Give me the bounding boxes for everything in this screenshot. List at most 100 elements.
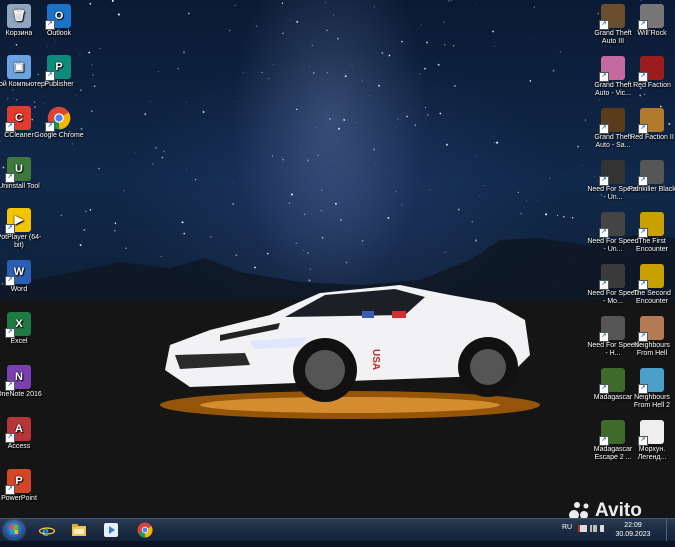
flag-icon[interactable] (578, 525, 587, 532)
desktop-icon-red-faction[interactable]: ↗Red Faction (626, 56, 675, 90)
shortcut-arrow-icon: ↗ (599, 384, 609, 394)
shortcut-arrow-icon: ↗ (5, 433, 15, 443)
publisher-icon: P↗ (47, 55, 71, 79)
desktop-icon-powerpoint[interactable]: P↗ PowerPoint (0, 469, 45, 503)
desktop-icon-neighbours-2[interactable]: ↗Neighbours From Hell 2 (626, 368, 675, 410)
show-desktop-button[interactable] (666, 519, 675, 541)
system-tray (578, 525, 611, 547)
computer-icon: ▣ (7, 55, 31, 79)
taskbar: e RU 22:09 30.09.2023 (0, 518, 675, 541)
desktop-icon-label: The Second Encounter (626, 290, 675, 306)
shortcut-arrow-icon: ↗ (5, 224, 15, 234)
serious-sam-2-icon: ↗ (640, 264, 664, 288)
shortcut-arrow-icon: ↗ (5, 173, 15, 183)
desktop-icon-outlook[interactable]: O↗ Outlook (33, 4, 85, 38)
outlook-icon: O↗ (47, 4, 71, 28)
desktop-icon-moorhuhn[interactable]: ↗Морхун. Легенд... (626, 420, 675, 462)
desktop-icon-uninstall-tool[interactable]: U↗Uninstall Tool (0, 157, 45, 191)
desktop-icon-label: PowerPoint (0, 495, 45, 503)
desktop-icon-chrome[interactable]: ↗ Google Chrome (33, 106, 85, 140)
taskbar-media-player[interactable] (100, 521, 122, 539)
powerpoint-icon: P↗ (7, 469, 31, 493)
mustang-car: USA (150, 275, 540, 415)
desktop-icon-word[interactable]: W↗ Word (0, 260, 45, 294)
desktop-icon-neighbours[interactable]: ↗Neighbours From Hell (626, 316, 675, 358)
desktop-icon-label: Google Chrome (33, 132, 85, 140)
desktop-icon-label: Neighbours From Hell 2 (626, 394, 675, 410)
mountains-silhouette (0, 0, 675, 518)
desktop-icon-onenote[interactable]: N↗OneNote 2016 (0, 365, 45, 399)
shortcut-arrow-icon: ↗ (5, 485, 15, 495)
desktop-icon-label: Outlook (33, 30, 85, 38)
will-rock-icon: ↗ (640, 4, 664, 28)
network-icon[interactable] (590, 525, 597, 532)
word-icon: W↗ (7, 260, 31, 284)
desktop-icon-excel[interactable]: X↗ Excel (0, 312, 45, 346)
shortcut-arrow-icon: ↗ (638, 228, 648, 238)
svg-text:e: e (42, 524, 49, 538)
desktop-icon-label: Excel (0, 338, 45, 346)
gta-vice-city-icon: ↗ (601, 56, 625, 80)
onenote-icon: N↗ (7, 365, 31, 389)
file-explorer-icon (71, 523, 87, 537)
desktop-wallpaper: USA (0, 0, 675, 518)
shortcut-arrow-icon: ↗ (45, 20, 55, 30)
car-usa-text: USA (370, 349, 381, 370)
madagascar-2-icon: ↗ (601, 420, 625, 444)
desktop-icon-serious-sam-1[interactable]: ↗The First Encounter (626, 212, 675, 254)
desktop-icon-label: Морхун. Легенд... (626, 446, 675, 462)
shortcut-arrow-icon: ↗ (5, 276, 15, 286)
shortcut-arrow-icon: ↗ (638, 436, 648, 446)
taskbar-internet-explorer[interactable]: e (36, 521, 58, 539)
shortcut-arrow-icon: ↗ (638, 384, 648, 394)
shortcut-arrow-icon: ↗ (638, 72, 648, 82)
internet-explorer-icon: e (39, 522, 55, 538)
shortcut-arrow-icon: ↗ (45, 71, 55, 81)
clock[interactable]: 22:09 30.09.2023 (613, 521, 653, 539)
red-faction-2-icon: ↗ (640, 108, 664, 132)
desktop-icon-label: Publisher (33, 81, 85, 89)
language-indicator[interactable]: RU (562, 524, 572, 546)
desktop-icon-label: Will Rock (626, 30, 675, 38)
shortcut-arrow-icon: ↗ (638, 20, 648, 30)
clock-time: 22:09 (613, 521, 653, 530)
excel-icon: X↗ (7, 312, 31, 336)
shortcut-arrow-icon: ↗ (599, 176, 609, 186)
taskbar-chrome[interactable] (134, 521, 156, 539)
serious-sam-1-icon: ↗ (640, 212, 664, 236)
desktop-icon-access[interactable]: A↗ Access (0, 417, 45, 451)
desktop-icon-label: Painkiller Black (626, 186, 675, 194)
desktop-icon-will-rock[interactable]: ↗Will Rock (626, 4, 675, 38)
windows-start-button[interactable] (4, 521, 24, 539)
desktop-icon-publisher[interactable]: P↗ Publisher (33, 55, 85, 89)
uninstall-tool-icon: U↗ (7, 157, 31, 181)
shortcut-arrow-icon: ↗ (599, 228, 609, 238)
access-icon: A↗ (7, 417, 31, 441)
gta3-icon: ↗ (601, 4, 625, 28)
recycle-bin-icon: 🗑 (7, 4, 31, 28)
shortcut-arrow-icon: ↗ (599, 332, 609, 342)
desktop-icon-potplayer[interactable]: ▶↗PotPlayer (64-bit) (0, 208, 45, 250)
shortcut-arrow-icon: ↗ (638, 176, 648, 186)
chrome-icon: ↗ (47, 106, 71, 130)
shortcut-arrow-icon: ↗ (638, 280, 648, 290)
volume-icon[interactable] (600, 525, 611, 532)
desktop-icon-label: Access (0, 443, 45, 451)
desktop-icon-painkiller[interactable]: ↗Painkiller Black (626, 160, 675, 194)
shortcut-arrow-icon: ↗ (5, 328, 15, 338)
shortcut-arrow-icon: ↗ (638, 124, 648, 134)
shortcut-arrow-icon: ↗ (599, 436, 609, 446)
desktop-icon-label: The First Encounter (626, 238, 675, 254)
shortcut-arrow-icon: ↗ (599, 124, 609, 134)
taskbar-file-explorer[interactable] (68, 521, 90, 539)
red-faction-icon: ↗ (640, 56, 664, 80)
moorhuhn-icon: ↗ (640, 420, 664, 444)
desktop-icon-label: Word (0, 286, 45, 294)
ccleaner-icon: C↗ (7, 106, 31, 130)
potplayer-icon: ▶↗ (7, 208, 31, 232)
desktop-icon-serious-sam-2[interactable]: ↗The Second Encounter (626, 264, 675, 306)
clock-date: 30.09.2023 (613, 530, 653, 539)
desktop-icon-label: Red Faction II (626, 134, 675, 142)
chrome-icon (137, 522, 153, 538)
desktop-icon-red-faction-2[interactable]: ↗Red Faction II (626, 108, 675, 142)
